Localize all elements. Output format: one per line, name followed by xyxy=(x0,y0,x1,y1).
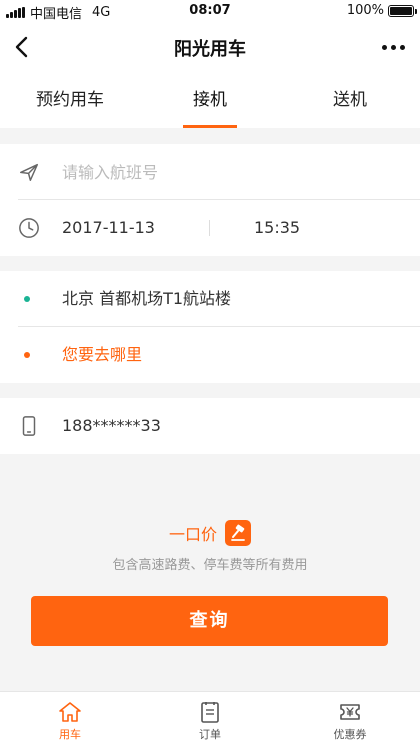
battery-percent: 100% xyxy=(346,3,384,18)
route-card: 北京 首都机场T1航站楼 您要去哪里 xyxy=(0,271,420,383)
pickup-time[interactable]: 15:35 xyxy=(254,200,300,256)
status-bar: 中国电信 4G 08:07 100% xyxy=(0,0,420,22)
contact-card: 188******33 xyxy=(0,398,420,454)
nav-item-orders[interactable]: 订单 xyxy=(140,692,280,747)
nav-bar: 阳光用车 xyxy=(0,22,420,72)
tab-reserve[interactable]: 预约用车 xyxy=(0,72,140,128)
destination-dot-icon xyxy=(24,352,30,358)
battery-icon xyxy=(388,4,417,17)
hammer-icon xyxy=(225,520,251,546)
page-title: 阳光用车 xyxy=(174,39,246,60)
price-label: 一口价 xyxy=(168,525,217,544)
clock-icon xyxy=(19,218,39,238)
hammer-glyph xyxy=(231,524,245,541)
tab-pickup[interactable]: 接机 xyxy=(140,72,280,128)
tab-label: 送机 xyxy=(333,90,367,110)
nav-item-coupons[interactable]: 优惠券 xyxy=(280,692,420,747)
more-dots-icon xyxy=(381,44,387,50)
origin-row[interactable]: 北京 首都机场T1航站楼 xyxy=(0,271,420,327)
service-tabs: 预约用车 接机 送机 xyxy=(0,72,420,128)
price-title: 一口价 xyxy=(0,520,420,546)
order-list-icon xyxy=(201,702,219,723)
origin-location: 北京 首都机场T1航站楼 xyxy=(62,289,232,308)
nav-label: 用车 xyxy=(59,728,81,741)
battery-cap xyxy=(415,8,417,14)
destination-row[interactable]: 您要去哪里 xyxy=(0,327,420,383)
origin-dot-icon xyxy=(24,296,30,302)
query-button[interactable]: 查询 xyxy=(31,596,388,646)
price-subtitle: 包含高速路费、停车费等所有费用 xyxy=(112,558,308,573)
tab-label: 预约用车 xyxy=(36,90,104,110)
flight-card: 2017-11-13 15:35 xyxy=(0,144,420,256)
datetime-row[interactable]: 2017-11-13 15:35 xyxy=(0,200,420,256)
phone-row[interactable]: 188******33 xyxy=(0,398,420,454)
home-icon xyxy=(59,702,81,722)
status-right: 100% xyxy=(346,3,417,18)
flight-number-input[interactable] xyxy=(62,158,382,186)
pickup-date[interactable]: 2017-11-13 xyxy=(62,200,155,256)
nav-item-ride[interactable]: 用车 xyxy=(0,692,140,747)
active-tab-indicator xyxy=(183,125,237,128)
nav-label: 订单 xyxy=(199,728,221,741)
phone-icon xyxy=(22,416,36,436)
coupon-icon xyxy=(340,704,360,720)
datetime-separator xyxy=(209,220,210,236)
tab-dropoff[interactable]: 送机 xyxy=(280,72,420,128)
contact-phone: 188******33 xyxy=(62,416,161,435)
bottom-nav: 用车 订单 优惠券 xyxy=(0,691,420,747)
tab-label: 接机 xyxy=(193,90,227,110)
destination-location: 您要去哪里 xyxy=(62,345,143,364)
nav-label: 优惠券 xyxy=(333,728,367,741)
battery-fill xyxy=(390,6,412,15)
more-button[interactable] xyxy=(376,34,410,60)
app-root: 中国电信 4G 08:07 100% 阳光用车 预约用车 接机 送机 请输入航班… xyxy=(0,0,420,747)
airplane-icon xyxy=(20,163,38,181)
flight-row[interactable] xyxy=(0,144,420,200)
